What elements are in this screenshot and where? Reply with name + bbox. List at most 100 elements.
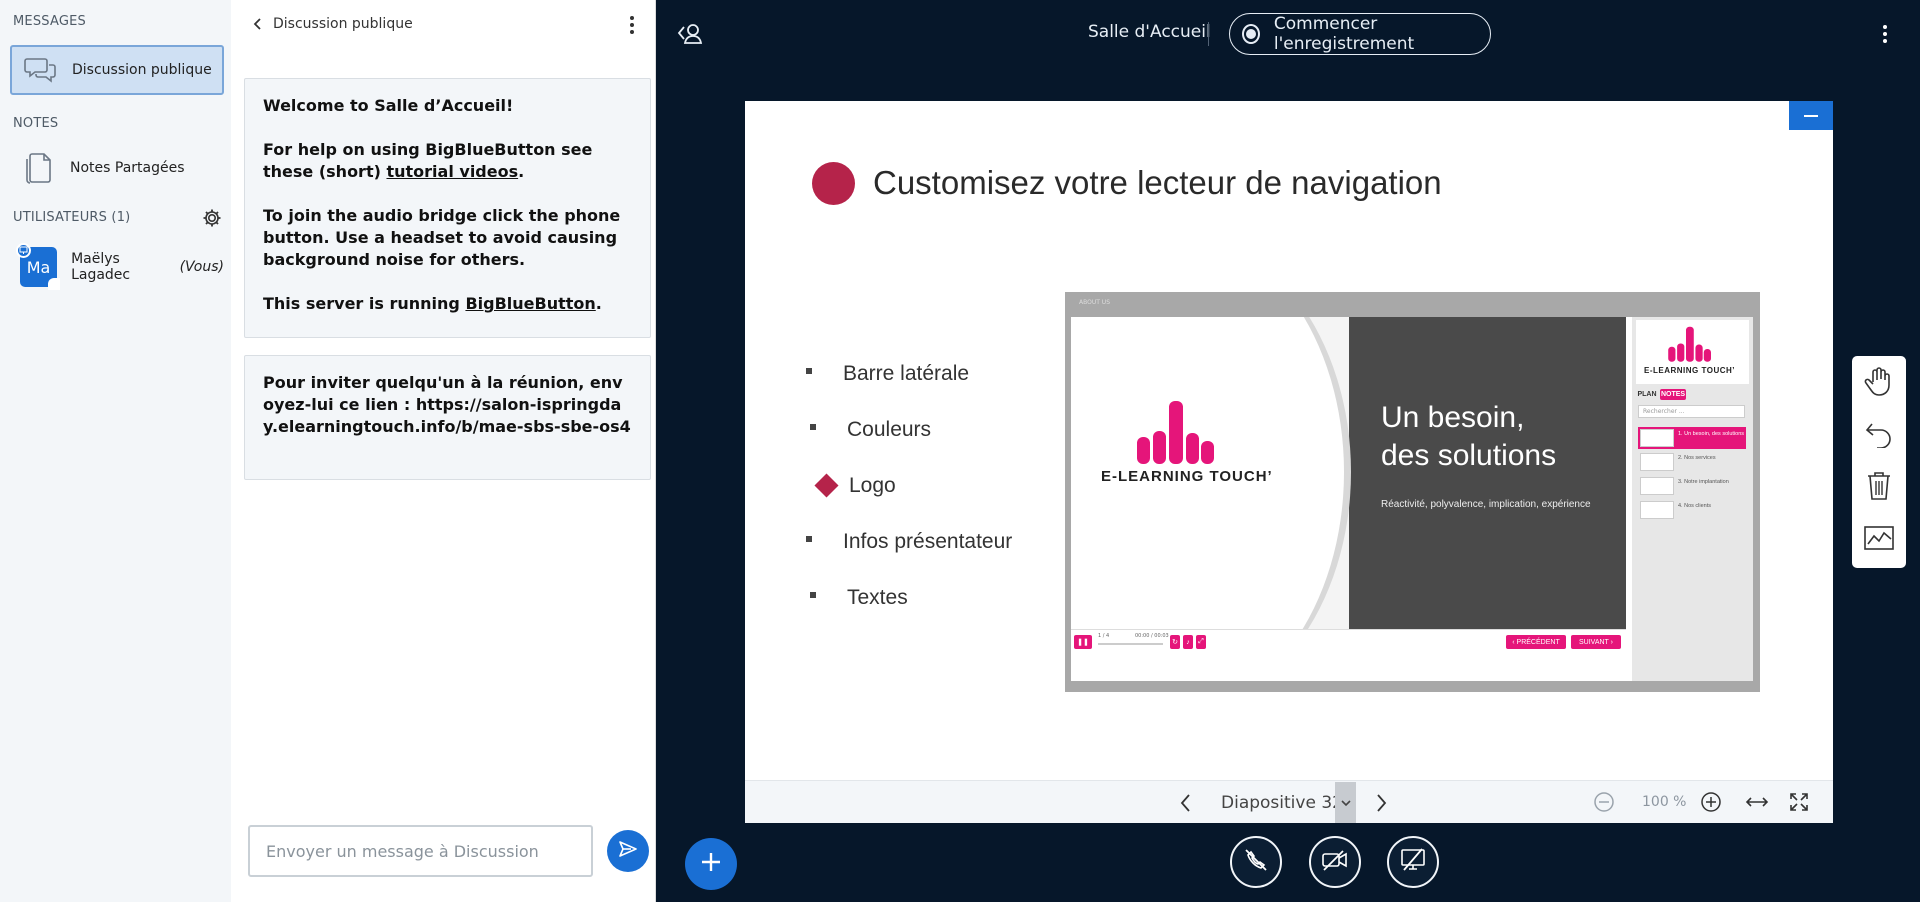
public-chat-label: Discussion publique [72,62,212,78]
bullet-item: Logo [849,474,896,497]
more-vertical-icon[interactable] [629,15,635,39]
server-dot: . [595,294,602,313]
divider [1208,22,1209,46]
presenter-icon [16,243,31,258]
previous-slide-icon[interactable] [1180,793,1192,817]
chat-input-placeholder: Envoyer un message à Discussion [266,841,539,861]
embedded-subtitle: Réactivité, polyvalence, implication, ex… [1381,499,1591,510]
sidebar-item-shared-notes[interactable]: Notes Partagées [10,143,224,193]
audio-off-icon [1243,847,1269,877]
thumb [1640,501,1674,519]
embedded-sidebar: E-LEARNING TOUCH’ PLAN NOTES Rechercher … [1632,317,1753,681]
avatar-corner [48,278,61,290]
embedded-logo-text: E-LEARNING TOUCH’ [1101,468,1273,485]
embedded-toc-row: 3. Notre implantation [1638,475,1746,497]
embedded-toc-row: 1. Un besoin, des solutions [1638,427,1746,449]
bullet-item: Textes [847,586,908,609]
embedded-toc-row: 2. Nos services [1638,451,1746,473]
messages-heading: MESSAGES [13,14,86,29]
record-icon [1242,24,1260,44]
send-icon [618,839,638,863]
replay-icon: ↻ [1170,635,1180,649]
embedded-tab-plan: PLAN [1637,391,1657,398]
embedded-heading-line: Un besoin, [1381,401,1525,434]
slide-number-label[interactable]: Diapositive 32 [1221,793,1343,813]
embedded-heading-line: des solutions [1381,439,1557,472]
embedded-top-label: ABOUT US [1079,299,1111,306]
chat-bubbles-icon [20,50,60,90]
bullet-marker [810,592,816,598]
user-list-item[interactable]: Ma Maëlys Lagadec (Vous) [10,243,224,290]
zoom-level: 100 % [1642,794,1687,810]
embedded-side-logo: E-LEARNING TOUCH’ [1636,320,1749,384]
join-audio-button[interactable] [1230,836,1282,888]
fit-width-icon[interactable] [1745,793,1769,815]
app: MESSAGES Discussion publique NOTES Notes… [0,0,1920,902]
chevron-left-icon[interactable] [253,17,263,31]
user-you-label: (Vous) [179,259,224,275]
room-title: Salle d'Accueil [1088,22,1211,42]
welcome-excl: ! [506,96,514,115]
more-vertical-icon[interactable] [1882,24,1888,48]
minimize-presentation-button[interactable] [1789,101,1833,130]
slide-select-dropdown[interactable] [1335,782,1356,823]
user-list-toggle-icon[interactable] [676,22,704,50]
embedded-player-screenshot: ABOUT US E-LEARNING TOUCH’ Un besoin, des… [1065,292,1760,692]
fullscreen-icon[interactable] [1789,792,1809,816]
undo-icon[interactable] [1852,408,1906,460]
next-slide-icon[interactable] [1375,793,1387,817]
tutorial-videos-link[interactable]: tutorial videos [386,162,518,181]
shared-notes-label: Notes Partagées [70,160,185,176]
share-webcam-button[interactable] [1309,836,1361,888]
bullet-item: Infos présentateur [843,530,1013,553]
zoom-in-icon[interactable] [1700,791,1722,817]
zoom-out-icon[interactable] [1593,791,1615,817]
thumb [1640,477,1674,495]
screenshare-off-icon [1400,848,1426,876]
embedded-counter: 1 / 4 [1098,633,1110,639]
help-dot: . [518,162,525,181]
actions-plus-button[interactable] [685,838,737,890]
thumb [1640,429,1674,447]
users-heading: UTILISATEURS (1) [13,210,131,225]
bigbluebutton-link[interactable]: BigBlueButton [465,294,595,313]
embedded-side-logo-text: E-LEARNING TOUCH’ [1644,366,1736,375]
slide-title-marker [812,162,855,205]
embedded-toc-text: 4. Nos clients [1678,503,1712,509]
multi-user-whiteboard-icon[interactable] [1852,512,1906,564]
gear-icon[interactable] [202,208,222,232]
start-recording-button[interactable]: Commencer l'enregistrement [1229,13,1491,55]
plus-icon [700,851,722,877]
thumb [1640,453,1674,471]
bullet-marker [806,368,812,374]
notes-heading: NOTES [13,116,59,131]
bullet-marker [806,536,812,542]
embedded-next-button: SUIVANT › [1571,635,1621,649]
bullet-item: Couleurs [847,418,932,441]
invite-message: Pour inviter quelqu'un à la réunion, env… [244,355,651,480]
embedded-search: Rechercher ... [1638,405,1745,418]
whiteboard-toolbar [1852,356,1906,568]
embedded-slide: E-LEARNING TOUCH’ Un besoin, des solution… [1071,317,1626,629]
chat-message-input[interactable]: Envoyer un message à Discussion [248,825,593,877]
bullet-item: Barre latérale [843,362,970,385]
chat-header: Discussion publique [231,0,656,48]
send-button[interactable] [607,830,649,872]
share-screen-button[interactable] [1387,836,1439,888]
embedded-heading: Un besoin, des solutions [1381,399,1556,475]
bullet-marker [810,424,816,430]
main-area: Salle d'Accueil Commencer l'enregistreme… [656,0,1920,902]
embedded-player: E-LEARNING TOUCH’ Un besoin, des solution… [1071,317,1753,681]
hand-tool-icon[interactable] [1852,356,1906,408]
sidebar-item-public-chat[interactable]: Discussion publique [10,45,224,95]
sidebar: MESSAGES Discussion publique NOTES Notes… [0,0,231,902]
embedded-toc-row: 4. Nos clients [1638,499,1746,521]
minus-icon [1804,114,1818,117]
embedded-toc-text: 3. Notre implantation [1678,479,1729,485]
embedded-time: 00:00 / 00:03 [1135,633,1169,639]
trash-icon[interactable] [1852,460,1906,512]
chat-title[interactable]: Discussion publique [273,16,413,32]
document-icon [18,148,58,188]
embedded-toc-text: 2. Nos services [1678,455,1716,461]
server-text: This server is running [263,294,466,313]
